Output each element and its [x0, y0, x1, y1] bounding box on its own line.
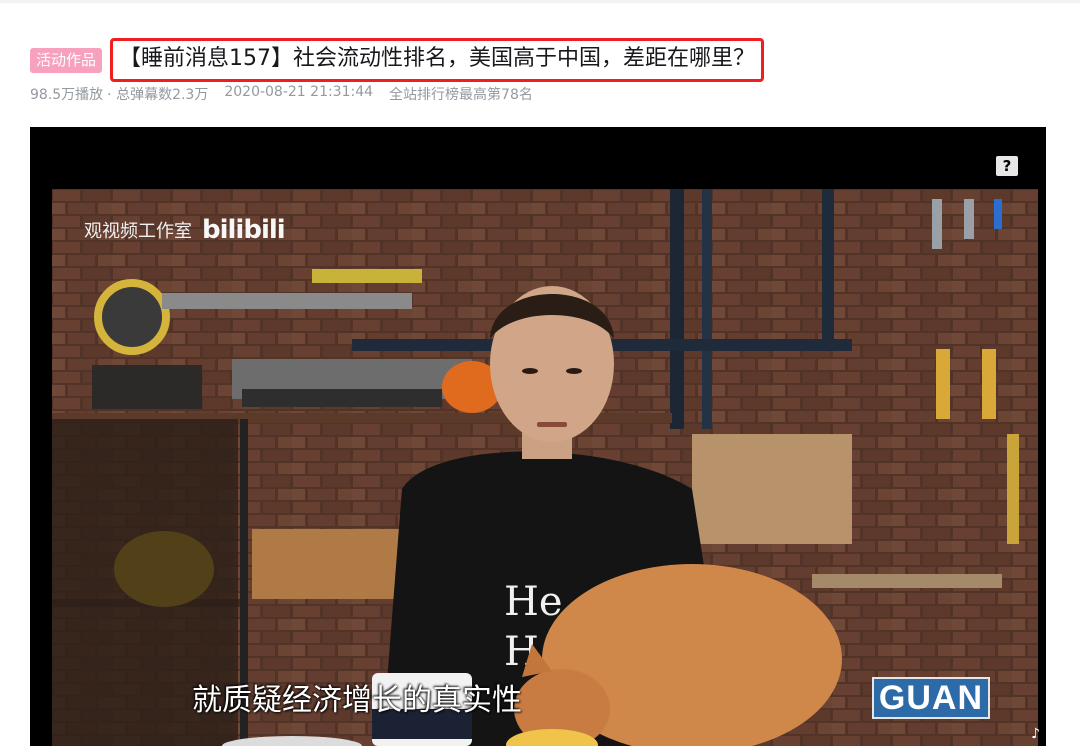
- video-scene: He H: [52, 189, 1038, 746]
- pipe-vertical-2: [702, 189, 712, 429]
- person-mouth: [537, 422, 567, 427]
- excavator-arm: [312, 269, 422, 283]
- pipe-vertical: [670, 189, 684, 429]
- table-right: [812, 574, 1002, 588]
- top-divider: [0, 0, 1080, 3]
- video-player[interactable]: ? He H 观视频工作室 bilibili 就质疑经济增长的真实性 GUAN …: [30, 127, 1046, 746]
- video-meta: 98.5万播放 · 总弹幕数2.3万 2020-08-21 21:31:44 全…: [30, 84, 533, 104]
- studio-watermark-text: 观视频工作室: [84, 221, 192, 242]
- title-row: 活动作品 【睡前消息157】社会流动性排名，美国高于中国，差距在哪里？: [30, 38, 765, 82]
- rank-link[interactable]: 全站排行榜最高第78名: [389, 84, 533, 104]
- wrench-1: [932, 199, 942, 249]
- hammer: [1007, 434, 1019, 544]
- pliers: [936, 349, 950, 419]
- question-icon[interactable]: ?: [996, 156, 1018, 176]
- view-count: 98.5万播放: [30, 87, 104, 103]
- person-eye-left: [522, 368, 538, 374]
- video-frame[interactable]: He H 观视频工作室 bilibili 就质疑经济增长的真实性 GUAN: [52, 189, 1038, 746]
- pipe-right: [822, 189, 834, 349]
- excavator-track: [242, 389, 442, 407]
- video-title: 【睡前消息157】社会流动性排名，美国高于中国，差距在哪里？: [110, 38, 765, 82]
- publish-date: 2020-08-21 21:31:44: [224, 84, 374, 100]
- person-eye-right: [566, 368, 582, 374]
- shirt-print: He: [504, 579, 563, 625]
- activity-tag[interactable]: 活动作品: [30, 47, 103, 73]
- excavator-boom: [162, 293, 412, 309]
- guan-logo: GUAN: [871, 677, 990, 719]
- bilibili-logo: bilibili: [202, 215, 286, 245]
- wrench-2: [964, 199, 974, 239]
- radio: [92, 365, 202, 409]
- video-subtitle: 就质疑经济增长的真实性: [192, 683, 522, 718]
- corner-note-icon: ♪: [1031, 726, 1040, 742]
- danmaku-count: · 总弹幕数2.3万: [107, 87, 209, 103]
- studio-watermark: 观视频工作室 bilibili: [84, 215, 286, 245]
- excavator-wheel: [94, 279, 170, 355]
- pliers-2: [982, 349, 996, 419]
- wooden-box: [692, 434, 852, 544]
- screwdriver: [994, 199, 1002, 229]
